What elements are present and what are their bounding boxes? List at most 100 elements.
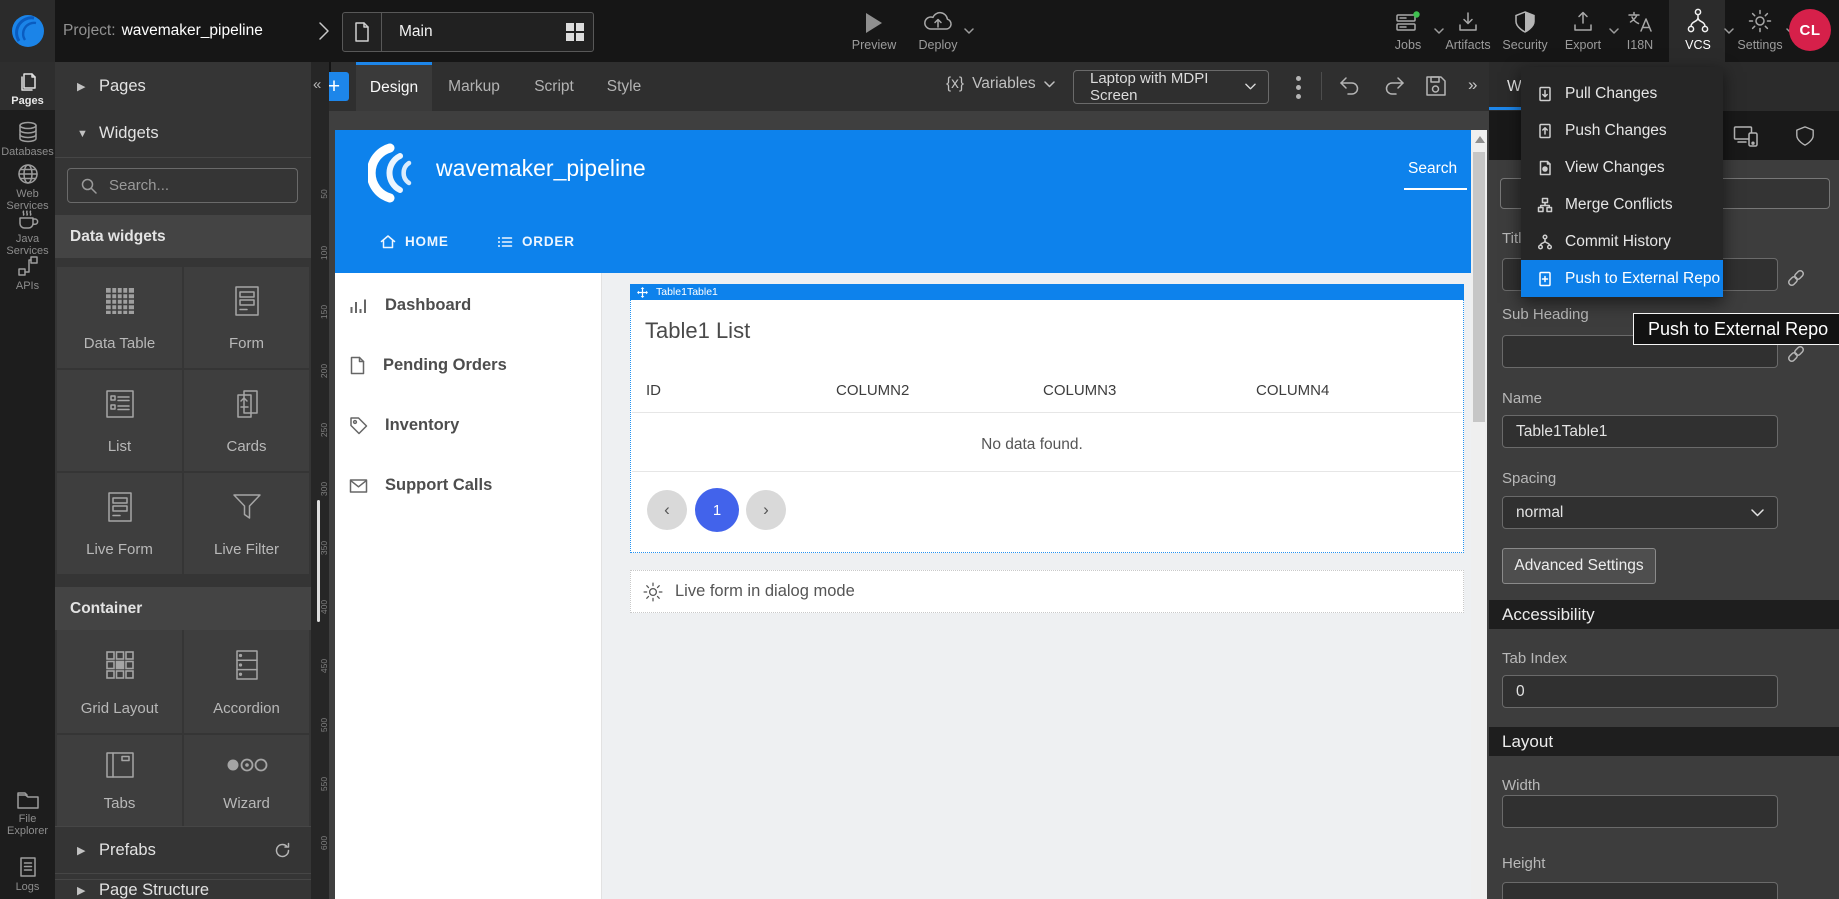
- save-button[interactable]: [1424, 74, 1448, 98]
- widget-tile-accordion[interactable]: Accordion: [184, 630, 309, 733]
- widget-selection-bar[interactable]: Table1Table1: [630, 284, 1464, 300]
- widget-tile-cards[interactable]: Cards: [184, 370, 309, 471]
- widget-tile-wizard[interactable]: Wizard: [184, 735, 309, 826]
- height-input[interactable]: [1502, 882, 1778, 899]
- column-header-column3[interactable]: COLUMN3: [1043, 382, 1116, 399]
- deploy-chevron-icon[interactable]: [964, 28, 974, 34]
- deploy-button[interactable]: Deploy: [909, 6, 967, 52]
- jobs-button[interactable]: Jobs: [1379, 6, 1437, 52]
- user-avatar[interactable]: CL: [1789, 9, 1831, 51]
- widget-tile-live-form[interactable]: Live Form: [57, 473, 182, 574]
- widgets-section-header[interactable]: ▼ Widgets: [55, 110, 311, 158]
- column-header-id[interactable]: ID: [646, 382, 661, 399]
- subheading-bind-link-icon[interactable]: [1785, 344, 1807, 364]
- tab-markup[interactable]: Markup: [440, 62, 508, 111]
- devices-icon[interactable]: [1733, 125, 1759, 147]
- wavemaker-logo[interactable]: [0, 0, 55, 62]
- container-label: Container: [70, 600, 142, 618]
- app-nav-home[interactable]: HOME: [380, 234, 449, 249]
- widget-tile-grid-layout[interactable]: Grid Layout: [57, 630, 182, 733]
- more-options-button[interactable]: [1292, 72, 1304, 103]
- live-form-dialog-widget[interactable]: Live form in dialog mode: [630, 570, 1464, 613]
- collapse-left-panel-button[interactable]: «: [313, 76, 321, 93]
- widget-search[interactable]: [67, 168, 298, 203]
- open-page-tab[interactable]: Main: [342, 12, 594, 52]
- advanced-settings-button[interactable]: Advanced Settings: [1502, 548, 1656, 584]
- prefabs-refresh-icon[interactable]: [274, 842, 291, 859]
- spacing-select[interactable]: normal: [1502, 496, 1778, 529]
- column-header-column2[interactable]: COLUMN2: [836, 382, 909, 399]
- redo-button[interactable]: [1383, 74, 1407, 98]
- side-nav-dashboard[interactable]: Dashboard: [349, 296, 471, 315]
- name-input[interactable]: [1502, 415, 1778, 448]
- app-search-field[interactable]: Search: [1408, 160, 1457, 178]
- tab-markup-label: Markup: [448, 78, 500, 96]
- variables-dropdown[interactable]: {x} Variables: [946, 75, 1055, 93]
- artifacts-button[interactable]: Artifacts: [1439, 6, 1497, 52]
- pagination-next-button[interactable]: ›: [746, 490, 786, 530]
- shield-icon[interactable]: [1795, 125, 1815, 147]
- project-name: Project: wavemaker_pipeline: [63, 0, 263, 62]
- widget-tile-tabs[interactable]: Tabs: [57, 735, 182, 826]
- preview-button[interactable]: Preview: [845, 6, 903, 52]
- rail-item-logs[interactable]: Logs: [0, 848, 55, 892]
- widget-tile-data-table[interactable]: Data Table: [57, 267, 182, 368]
- rail-item-databases[interactable]: Databases: [0, 113, 55, 159]
- push-external-repo-label: Push to External Repo: [1565, 270, 1720, 288]
- undo-button[interactable]: [1337, 74, 1361, 98]
- security-button[interactable]: Security: [1496, 6, 1554, 52]
- pages-grid-icon[interactable]: [557, 23, 593, 41]
- panel-tab-widget[interactable]: W: [1507, 78, 1522, 96]
- widgets-expand-triangle-icon: ▼: [77, 128, 99, 140]
- vcs-button[interactable]: VCS: [1669, 6, 1727, 52]
- pagination-prev-button[interactable]: ‹: [647, 490, 687, 530]
- menu-item-merge-conflicts[interactable]: Merge Conflicts: [1521, 186, 1723, 223]
- device-selector[interactable]: Laptop with MDPI Screen: [1073, 70, 1269, 104]
- i18n-button[interactable]: I18N: [1611, 6, 1669, 52]
- menu-item-push-to-external-repo[interactable]: Push to External Repo: [1521, 260, 1723, 297]
- title-bind-link-icon[interactable]: [1785, 268, 1807, 288]
- app-nav-order[interactable]: ORDER: [497, 234, 575, 249]
- rail-item-file-explorer[interactable]: File Explorer: [0, 782, 55, 834]
- column-header-column4[interactable]: COLUMN4: [1256, 382, 1329, 399]
- table-header-divider: [632, 412, 1462, 413]
- widget-tile-form[interactable]: Form: [184, 267, 309, 368]
- side-nav-support-calls[interactable]: Support Calls: [349, 476, 492, 495]
- gear-icon: [642, 581, 664, 603]
- rail-item-pages[interactable]: Pages: [0, 62, 55, 110]
- settings-button[interactable]: Settings: [1731, 6, 1789, 52]
- rail-item-java-services[interactable]: Java Services: [0, 199, 55, 251]
- ruler-mark: 450: [319, 655, 329, 677]
- tabindex-input[interactable]: [1502, 675, 1778, 708]
- scrollbar-up-arrow[interactable]: [1475, 136, 1485, 143]
- tab-design[interactable]: Design: [356, 62, 432, 111]
- page-tab-label: Main: [382, 23, 557, 41]
- prefabs-section-header[interactable]: ▶ Prefabs: [55, 826, 311, 874]
- pagination-page-1-button[interactable]: 1: [695, 488, 739, 532]
- app-nav-order-label: ORDER: [522, 234, 575, 249]
- grid-layout-label: Grid Layout: [57, 700, 182, 717]
- page-structure-section-header[interactable]: ▶ Page Structure: [55, 879, 311, 899]
- width-input[interactable]: [1502, 795, 1778, 828]
- variables-label: Variables: [972, 75, 1035, 93]
- canvas-scrollbar-thumb[interactable]: [1473, 152, 1485, 422]
- export-button[interactable]: Export: [1554, 6, 1612, 52]
- rail-item-apis[interactable]: APIs: [0, 247, 55, 289]
- side-nav-inventory[interactable]: Inventory: [349, 416, 459, 435]
- tab-script[interactable]: Script: [522, 62, 586, 111]
- widget-tile-list[interactable]: List: [57, 370, 182, 471]
- deploy-label: Deploy: [909, 38, 967, 52]
- app-header[interactable]: [335, 130, 1471, 273]
- menu-item-pull-changes[interactable]: Pull Changes: [1521, 75, 1723, 112]
- menu-item-view-changes[interactable]: View Changes: [1521, 149, 1723, 186]
- collapse-right-panel-button[interactable]: »: [1468, 75, 1477, 95]
- tab-style[interactable]: Style: [594, 62, 654, 111]
- side-nav-pending-orders[interactable]: Pending Orders: [349, 356, 507, 375]
- widget-search-input[interactable]: [107, 176, 281, 195]
- move-handle-icon[interactable]: [637, 287, 648, 298]
- widget-tile-live-filter[interactable]: Live Filter: [184, 473, 309, 574]
- menu-item-push-changes[interactable]: Push Changes: [1521, 112, 1723, 149]
- list-icon: [57, 370, 182, 438]
- pages-section-header[interactable]: ▶ Pages: [55, 62, 311, 111]
- menu-item-commit-history[interactable]: Commit History: [1521, 223, 1723, 260]
